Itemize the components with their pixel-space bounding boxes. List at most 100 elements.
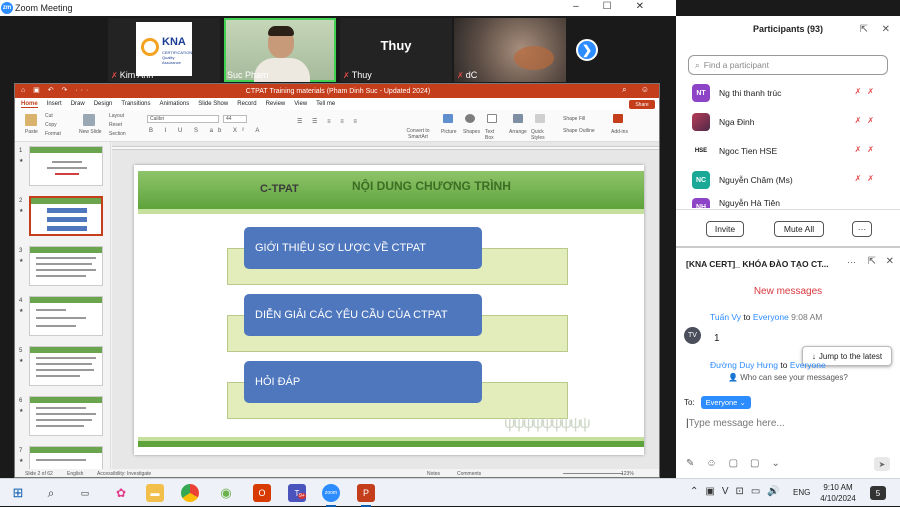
message-text[interactable]: 1: [714, 333, 720, 344]
paste-icon[interactable]: [25, 114, 37, 126]
tab-record[interactable]: Record: [237, 101, 256, 107]
participant-row[interactable]: NH Nguyễn Hà Tiên: [692, 198, 892, 208]
tab-slide-show[interactable]: Slide Show: [198, 101, 228, 107]
slide-thumbnail[interactable]: [29, 146, 103, 186]
zoom-slider[interactable]: [563, 473, 623, 474]
office-icon[interactable]: O: [253, 484, 271, 502]
slide-thumbnail[interactable]: [29, 246, 103, 286]
picture-icon[interactable]: [443, 114, 453, 123]
participant-row[interactable]: HSE Ngoc Tien HSE ✗✗: [692, 140, 892, 162]
current-slide[interactable]: C-TPAT NỘI DUNG CHƯƠNG TRÌNH GIỚI THIỆU …: [134, 165, 644, 455]
muted-mic-icon[interactable]: ✗✗: [855, 116, 880, 125]
slide-thumbnail[interactable]: [29, 346, 103, 386]
popout-icon[interactable]: ⇱: [868, 256, 876, 267]
comments-button[interactable]: Comments: [457, 471, 481, 477]
cut-button[interactable]: Cut: [45, 113, 53, 119]
muted-mic-icon: ✗: [457, 70, 464, 80]
copilot-icon[interactable]: ✿: [112, 484, 130, 502]
app-icon[interactable]: ◉: [217, 484, 235, 502]
font-select[interactable]: Calibri: [147, 115, 219, 123]
tab-review[interactable]: Review: [266, 101, 286, 107]
shapes-icon[interactable]: [465, 114, 475, 123]
paragraph-icons[interactable]: ☰ ☰ ≡ ≡ ≡: [297, 118, 361, 125]
addins-icon[interactable]: [613, 114, 623, 123]
tab-home[interactable]: Home: [21, 101, 38, 108]
avatar: TV: [684, 327, 701, 344]
window-controls[interactable]: –☐✕: [573, 1, 668, 12]
new-slide-icon[interactable]: [83, 114, 95, 126]
tell-me[interactable]: Tell me: [316, 101, 335, 107]
agenda-item-1[interactable]: GIỚI THIỆU SƠ LƯỢC VỀ CTPAT: [244, 227, 482, 269]
tab-design[interactable]: Design: [94, 101, 113, 107]
zoom-taskbar-icon[interactable]: zoom: [322, 484, 340, 502]
invite-button[interactable]: Invite: [706, 221, 744, 237]
people-icon: 👤: [728, 373, 738, 382]
ppt-search-icon[interactable]: ⌕ ☺: [622, 85, 655, 95]
notes-button[interactable]: Notes: [427, 471, 440, 477]
tab-view[interactable]: View: [294, 101, 307, 107]
tab-draw[interactable]: Draw: [71, 101, 85, 107]
video-tile-thuy[interactable]: Thuy ✗ Thuy: [340, 18, 452, 82]
send-icon[interactable]: ➤: [874, 457, 890, 471]
video-tile-dc[interactable]: ✗ dC: [454, 18, 566, 82]
popout-icon[interactable]: ⇱: [860, 24, 868, 35]
muted-mic-icon[interactable]: ✗✗: [855, 145, 880, 154]
more-icon[interactable]: ···: [847, 257, 856, 267]
message-input[interactable]: |Type message here...: [686, 418, 785, 429]
mute-all-button[interactable]: Mute All: [774, 221, 824, 237]
participant-search[interactable]: ⌕ Find a participant: [688, 55, 888, 75]
system-tray-icons[interactable]: ⌃▣V⊡▭🔊: [690, 486, 787, 497]
clock[interactable]: 9:10 AM 4/10/2024: [816, 482, 860, 504]
file-explorer-icon[interactable]: ▬: [146, 484, 164, 502]
recipient-row: To: Everyone ⌄: [684, 396, 751, 409]
windows-start-icon[interactable]: ⊞: [9, 484, 27, 502]
muted-mic-icon[interactable]: ✗✗: [855, 87, 880, 96]
format-painter-button[interactable]: Format: [45, 131, 61, 137]
font-size-select[interactable]: 44: [223, 115, 247, 123]
convert-smartart-button[interactable]: Convert to SmartArt: [401, 128, 435, 140]
powerpoint-icon[interactable]: P: [357, 484, 375, 502]
tab-animations[interactable]: Animations: [160, 101, 190, 107]
shape-outline-button[interactable]: Shape Outline: [563, 128, 595, 134]
slide-thumbnail[interactable]: [29, 446, 103, 469]
notification-badge[interactable]: 5: [870, 486, 886, 500]
layout-button[interactable]: Layout: [109, 113, 124, 119]
recipient-select[interactable]: Everyone ⌄: [700, 396, 751, 409]
slide-thumbnail[interactable]: [29, 396, 103, 436]
chat-tools-icons[interactable]: ✎☺▢▢⌄: [686, 458, 792, 469]
slide-thumbnail[interactable]: [29, 296, 103, 336]
video-tile-kim-anh[interactable]: KNA CERTIFICATION Quality Assurance ✗ Kim…: [108, 18, 220, 82]
chrome-icon[interactable]: [181, 484, 199, 502]
participant-row[interactable]: NC Nguyễn Châm (Ms) ✗✗: [692, 169, 892, 191]
language-indicator[interactable]: English: [67, 471, 83, 477]
agenda-item-3[interactable]: HỎI ĐÁP: [244, 361, 482, 403]
who-can-see-link[interactable]: 👤 Who can see your messages?: [728, 373, 848, 382]
agenda-item-2[interactable]: DIỄN GIẢI CÁC YÊU CẦU CỦA CTPAT: [244, 294, 482, 336]
participant-row[interactable]: Nga Đinh ✗✗: [692, 111, 892, 133]
search-icon[interactable]: ⌕: [42, 484, 60, 502]
quick-access-icons[interactable]: ⌂ ▣ ↶ ↷ ···: [21, 86, 91, 94]
text-format-icons[interactable]: B I U S ab X² A: [149, 128, 264, 134]
quick-styles-icon[interactable]: [535, 114, 545, 123]
close-icon[interactable]: ✕: [882, 24, 890, 35]
share-button[interactable]: Share: [629, 100, 655, 109]
slide-canvas[interactable]: C-TPAT NỘI DUNG CHƯƠNG TRÌNH GIỚI THIỆU …: [112, 142, 659, 469]
muted-mic-icon[interactable]: ✗✗: [855, 174, 880, 183]
close-icon[interactable]: ✕: [886, 256, 894, 267]
task-view-icon[interactable]: ▭: [76, 484, 94, 502]
language-indicator[interactable]: ENG: [793, 488, 810, 497]
copy-button[interactable]: Copy: [45, 122, 57, 128]
video-tile-suc-pham[interactable]: Suc Pham: [224, 18, 336, 82]
shape-fill-button[interactable]: Shape Fill: [563, 116, 585, 122]
section-button[interactable]: Section: [109, 131, 126, 137]
next-page-button[interactable]: ❯: [576, 39, 598, 61]
accessibility-button[interactable]: Accessibility: Investigate: [97, 471, 151, 477]
participant-row[interactable]: NT Ng thi thanh trúc ✗✗: [692, 82, 892, 104]
reset-button[interactable]: Reset: [109, 122, 122, 128]
tab-transitions[interactable]: Transitions: [121, 101, 150, 107]
more-button[interactable]: ···: [852, 221, 872, 237]
slide-thumbnail-selected[interactable]: [29, 196, 103, 236]
textbox-icon[interactable]: [487, 114, 497, 123]
arrange-icon[interactable]: [513, 114, 523, 123]
tab-insert[interactable]: Insert: [47, 101, 62, 107]
